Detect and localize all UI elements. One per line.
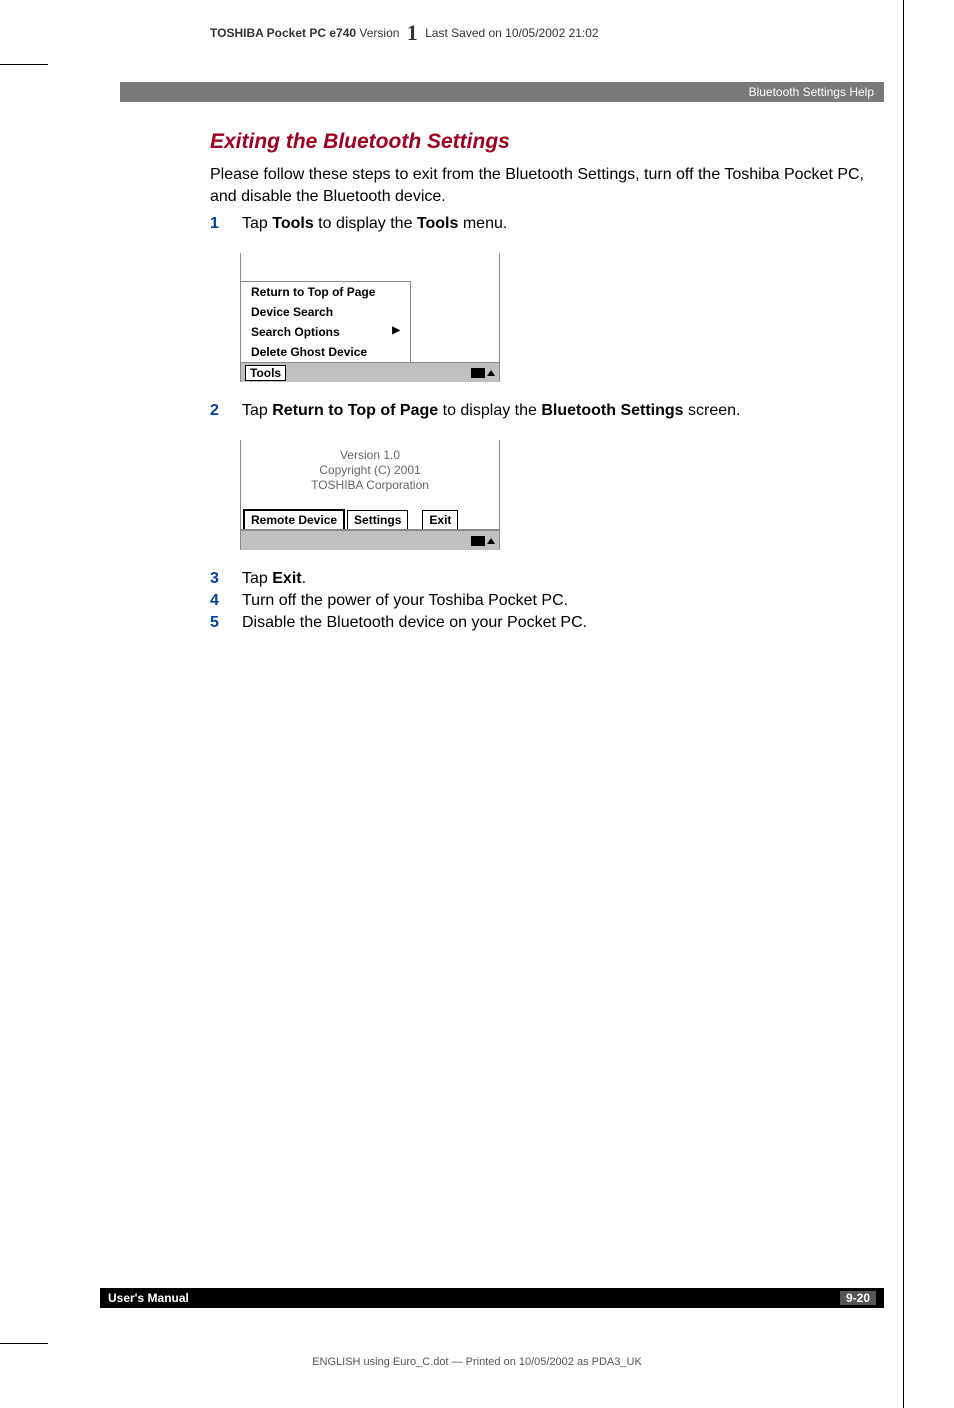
step-number: 5 — [210, 614, 228, 632]
step-text: Tap Exit. — [242, 570, 306, 588]
print-info-line: ENGLISH using Euro_C.dot — Printed on 10… — [0, 1356, 954, 1368]
step-4: 4 Turn off the power of your Toshiba Poc… — [210, 592, 864, 610]
step-number: 2 — [210, 402, 228, 420]
t: Exit — [272, 570, 301, 587]
sip-keyboard-toggle[interactable] — [471, 536, 495, 546]
menu-item-return-top[interactable]: Return to Top of Page — [241, 282, 410, 302]
bottom-toolbar-2 — [241, 530, 499, 550]
step-text: Disable the Bluetooth device on your Poc… — [242, 614, 587, 632]
step-number: 1 — [210, 215, 228, 233]
steps-list-3: 3 Tap Exit. 4 Turn off the power of your… — [210, 570, 864, 632]
step-number: 4 — [210, 592, 228, 610]
tab-remote-device[interactable]: Remote Device — [243, 509, 345, 529]
steps-list-2: 2 Tap Return to Top of Page to display t… — [210, 402, 864, 420]
t: to display the — [314, 215, 417, 232]
keyboard-icon — [471, 536, 485, 546]
version-number: 1 — [407, 20, 418, 45]
footer-bar: User's Manual 9-20 — [100, 1288, 884, 1308]
footer-page-number: 9-20 — [840, 1291, 876, 1305]
label: Device Search — [251, 305, 333, 319]
section-title: Exiting the Bluetooth Settings — [210, 130, 864, 154]
tab-exit[interactable]: Exit — [422, 510, 458, 529]
version-word: Version — [359, 26, 399, 40]
step-2: 2 Tap Return to Top of Page to display t… — [210, 402, 864, 420]
t: . — [302, 570, 306, 587]
t: Tap — [242, 402, 272, 419]
t: Bluetooth Settings — [541, 402, 683, 419]
version-block: Version 1.0 Copyright (C) 2001 TOSHIBA C… — [241, 440, 499, 509]
footer-left: User's Manual — [108, 1291, 189, 1305]
intro-paragraph: Please follow these steps to exit from t… — [210, 164, 864, 207]
screenshot-tools-menu: Return to Top of Page Device Search Sear… — [240, 253, 500, 382]
step-3: 3 Tap Exit. — [210, 570, 864, 588]
tools-popup-menu: Return to Top of Page Device Search Sear… — [241, 281, 411, 362]
bottom-toolbar: Tools — [241, 362, 499, 382]
saved-on: Last Saved on 10/05/2002 21:02 — [425, 26, 598, 40]
t: Tools — [272, 215, 313, 232]
steps-list-1: 1 Tap Tools to display the Tools menu. — [210, 215, 864, 233]
version-line-2: Copyright (C) 2001 — [241, 463, 499, 478]
menu-item-device-search[interactable]: Device Search — [241, 302, 410, 322]
step-5: 5 Disable the Bluetooth device on your P… — [210, 614, 864, 632]
t: menu. — [458, 215, 507, 232]
t: Tools — [417, 215, 458, 232]
tools-button[interactable]: Tools — [245, 365, 286, 381]
section-banner: Bluetooth Settings Help — [120, 82, 884, 102]
t: screen. — [684, 402, 741, 419]
step-text: Turn off the power of your Toshiba Pocke… — [242, 592, 568, 610]
menu-item-search-options[interactable]: Search Options ▶ — [241, 322, 410, 342]
label: Return to Top of Page — [251, 285, 375, 299]
t: Return to Top of Page — [272, 402, 438, 419]
crop-tick-bottom — [0, 1343, 48, 1344]
up-arrow-icon — [487, 538, 495, 544]
content-area: Exiting the Bluetooth Settings Please fo… — [210, 130, 864, 640]
page-header: TOSHIBA Pocket PC e740 Version 1 Last Sa… — [100, 20, 884, 46]
submenu-arrow-icon: ▶ — [392, 325, 400, 339]
label: Search Options — [251, 325, 340, 339]
keyboard-icon — [471, 368, 485, 378]
tab-bar: Remote Device Settings Exit — [241, 509, 499, 530]
menu-item-delete-ghost[interactable]: Delete Ghost Device — [241, 342, 410, 362]
product-name: TOSHIBA Pocket PC e740 — [210, 26, 356, 40]
step-text: Tap Return to Top of Page to display the… — [242, 402, 740, 420]
version-line-3: TOSHIBA Corporation — [241, 478, 499, 493]
step-number: 3 — [210, 570, 228, 588]
sip-keyboard-toggle[interactable] — [471, 368, 495, 378]
crop-tick-top — [0, 64, 48, 65]
label: Delete Ghost Device — [251, 345, 367, 359]
page-right-rule — [903, 0, 904, 1408]
tab-settings[interactable]: Settings — [347, 510, 408, 529]
step-1: 1 Tap Tools to display the Tools menu. — [210, 215, 864, 233]
version-line-1: Version 1.0 — [241, 448, 499, 463]
t: to display the — [438, 402, 541, 419]
t: Tap — [242, 215, 272, 232]
step-text: Tap Tools to display the Tools menu. — [242, 215, 507, 233]
up-arrow-icon — [487, 370, 495, 376]
screenshot-bluetooth-settings: Version 1.0 Copyright (C) 2001 TOSHIBA C… — [240, 440, 500, 550]
t: Tap — [242, 570, 272, 587]
